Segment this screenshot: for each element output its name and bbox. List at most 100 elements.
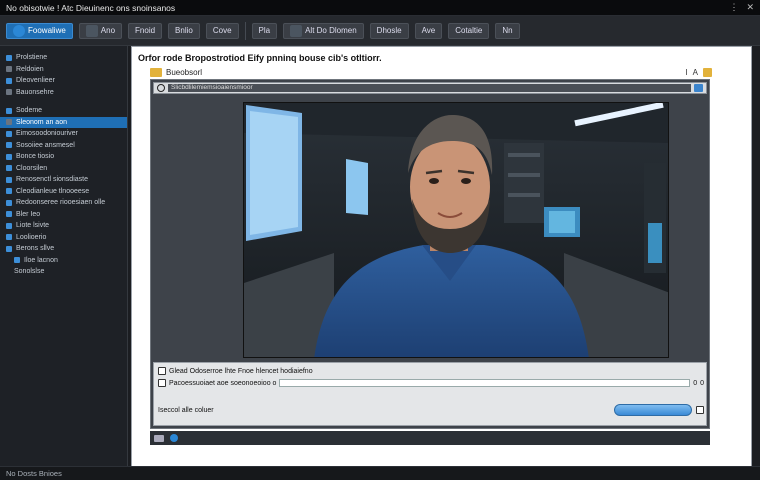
sidebar-item-2[interactable]: Reldoien	[0, 64, 127, 76]
toolbar-divider	[244, 21, 246, 40]
primary-button[interactable]	[614, 404, 692, 416]
options-button[interactable]	[696, 406, 704, 414]
toolbar-label-1: Foowaliwe	[28, 26, 66, 35]
item-icon	[6, 199, 12, 206]
sidebar-item-label: Dleovenlieer	[16, 77, 55, 85]
control-row-3-label: Iseccol alle coluer	[158, 406, 214, 414]
sidebar-item-label: Cloorsilen	[16, 164, 48, 172]
sidebar-item-label: Sonolslse	[14, 268, 45, 276]
video-frame[interactable]	[243, 102, 669, 358]
control-row-2: Pacoessuoiaet aoe soeonoeoioo o 0 0	[158, 378, 704, 388]
toolbar-label-9: Ave	[421, 26, 436, 35]
info-icon[interactable]: I	[685, 68, 687, 77]
refresh-icon[interactable]	[157, 84, 165, 92]
control-row-1: Glead Odoserroe lhte Fnoe hlencet hodiai…	[158, 366, 313, 376]
toolbar-button-3[interactable]: Fnoid	[128, 22, 163, 39]
sidebar-item-1[interactable]: Prolstiene	[0, 52, 127, 64]
item-icon	[6, 142, 12, 149]
sidebar-item-label: Bler Ieo	[16, 210, 41, 218]
toolbar-label-6: Pla	[258, 26, 271, 35]
sidebar-item-18[interactable]: Iloe lacnon	[0, 255, 127, 267]
sidebar-item-label: Loolioerio	[16, 233, 47, 241]
sidebar-item-label: Bonce tiosio	[16, 153, 55, 161]
folder-actions: I A	[685, 67, 712, 77]
control-panel: Glead Odoserroe lhte Fnoe hlencet hodiai…	[153, 362, 707, 426]
go-button[interactable]	[694, 84, 703, 92]
video-picture	[244, 103, 668, 357]
status-dot-icon	[170, 434, 178, 442]
checkbox[interactable]	[158, 367, 166, 375]
folder-icon	[150, 67, 162, 77]
toolbar-button-8[interactable]: Dhosle	[369, 22, 409, 39]
progress-field[interactable]	[279, 379, 691, 387]
status-text: No Dosts Bnioes	[6, 469, 62, 478]
sidebar-item-4[interactable]: Bauonsehre	[0, 87, 127, 99]
sidebar-item-12[interactable]: Cleodianleue tlnooeese	[0, 186, 127, 198]
item-icon	[6, 188, 12, 195]
item-icon	[6, 66, 12, 73]
address-bar: Slicbdlilemiemsioaiensmioor	[153, 82, 707, 94]
item-icon	[6, 89, 12, 96]
toolbar-label-8: Dhosle	[376, 26, 402, 35]
toolbar-button-1[interactable]: Foowaliwe	[6, 22, 73, 39]
sidebar-item-3[interactable]: Dleovenlieer	[0, 75, 127, 87]
counter-2: 0	[700, 379, 704, 387]
sidebar-item-9[interactable]: Bonce tiosio	[0, 151, 127, 163]
image-icon	[290, 24, 303, 37]
sidebar-item-7[interactable]: Eimosoodoniouriver	[0, 128, 127, 140]
sidebar-item-8[interactable]: Sosoiiee ansmesel	[0, 140, 127, 152]
sidebar-item-label: Iloe lacnon	[24, 256, 58, 264]
toolbar-button-5[interactable]: Cove	[205, 22, 239, 39]
sidebar-item-label: Cleodianleue tlnooeese	[16, 187, 90, 195]
checkbox[interactable]	[158, 379, 166, 387]
toolbar-button-10[interactable]: Cotaltie	[448, 22, 490, 39]
sidebar-item-17[interactable]: Berons sllve	[0, 243, 127, 255]
sidebar-item-label: Eimosoodoniouriver	[16, 130, 78, 138]
sidebar-item-label: Bauonsehre	[16, 88, 54, 96]
toolbar-button-9[interactable]: Ave	[414, 22, 443, 39]
panel-title: Orfor rode Bropostrotiod Eify pnninq bou…	[138, 53, 382, 63]
control-row-2-label: Pacoessuoiaet aoe soeonoeoioo o	[169, 379, 277, 387]
item-icon	[6, 77, 12, 84]
sidebar-item-label: Liote lsivte	[16, 222, 50, 230]
media-viewer: Slicbdlilemiemsioaiensmioor Glead Odoser…	[150, 79, 710, 429]
toolbar-button-2[interactable]: Ano	[78, 22, 123, 39]
address-field[interactable]: Slicbdlilemiemsioaiensmioor	[168, 84, 691, 92]
sidebar-item-11[interactable]: Renosenctl sionsdiaste	[0, 174, 127, 186]
window-title: No obisotwie ! Atc Dieuinenc ons snoinsa…	[6, 2, 176, 13]
toolbar-button-6[interactable]: Pla	[251, 22, 278, 39]
camera-icon[interactable]	[154, 434, 164, 442]
sidebar-item-label: Prolstiene	[16, 54, 48, 62]
item-icon	[14, 257, 20, 264]
item-icon	[6, 222, 12, 229]
folder-small-icon[interactable]	[703, 67, 712, 77]
sidebar-item-13[interactable]: Redoonseree riooesiaen olle	[0, 197, 127, 209]
toolbar-label-11: Nn	[502, 26, 513, 35]
sidebar-item-19[interactable]: Sonolslse	[0, 266, 127, 278]
item-icon	[6, 176, 12, 183]
sidebar-item-10[interactable]: Cloorsilen	[0, 163, 127, 175]
counter-1: 0	[693, 379, 698, 387]
toolbar-button-4[interactable]: Bnlio	[168, 22, 200, 39]
sidebar-item-label: Sodeme	[16, 107, 43, 115]
page-icon	[85, 24, 98, 37]
item-icon	[6, 130, 12, 137]
font-icon[interactable]: A	[693, 68, 698, 77]
toolbar-button-11[interactable]: Nn	[495, 22, 520, 39]
sidebar-item-label: Berons sllve	[16, 245, 55, 253]
sidebar-item-15[interactable]: Liote lsivte	[0, 220, 127, 232]
sidebar-item-label: Renosenctl sionsdiaste	[16, 176, 88, 184]
item-icon	[6, 54, 12, 61]
sidebar-item-16[interactable]: Loolioerio	[0, 232, 127, 244]
sidebar-item-5[interactable]: Sodeme	[0, 105, 127, 117]
item-icon	[6, 234, 12, 241]
close-icon[interactable]: ✕	[746, 2, 754, 13]
item-icon	[6, 165, 12, 172]
folder-row: Bueobsorl I A	[150, 66, 712, 78]
toolbar-label-10: Cotaltie	[455, 26, 483, 35]
item-icon	[6, 119, 12, 126]
toolbar-button-7[interactable]: Alt Do Dlomen	[283, 22, 364, 39]
sidebar-item-14[interactable]: Bler Ieo	[0, 209, 127, 221]
menu-icon[interactable]: ⋮	[729, 2, 738, 13]
sidebar-item-6-selected[interactable]: Sleonom an aon	[0, 116, 127, 128]
